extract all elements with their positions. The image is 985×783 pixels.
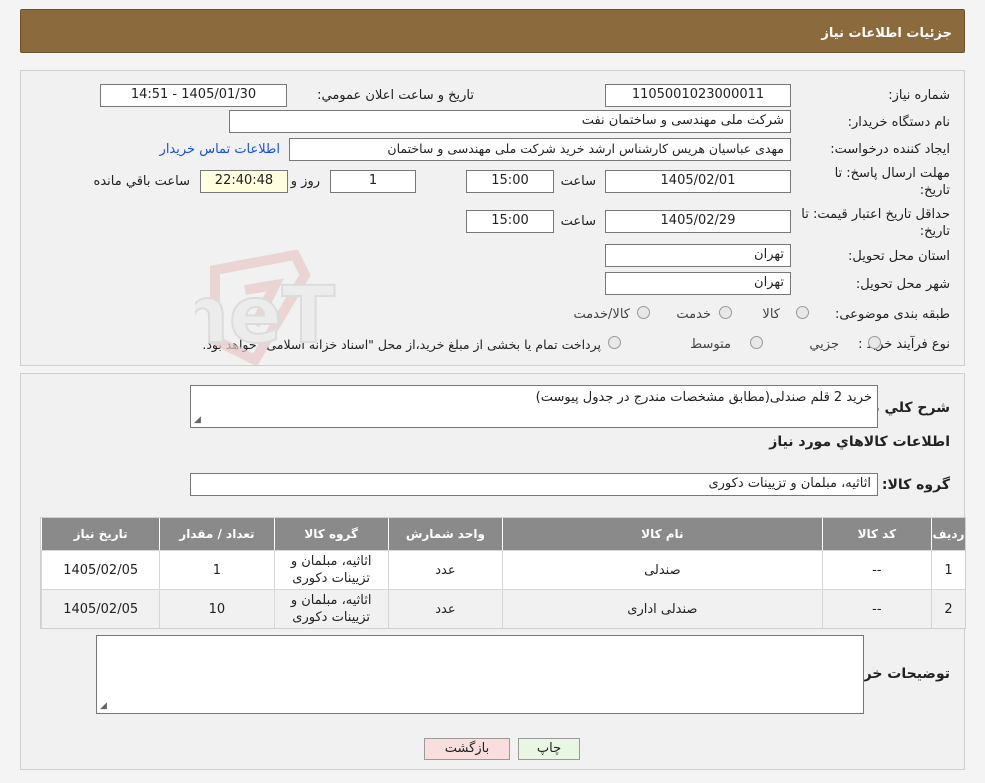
category-goods-label: کالا — [762, 307, 780, 322]
goods-group-field: اثاثیه، مبلمان و تزیینات دکوری — [190, 473, 878, 496]
cell-group: اثاثیه، مبلمان و تزیینات دکوری — [273, 550, 388, 589]
price-date-field: 1405/02/29 — [605, 210, 791, 233]
process-note: پرداخت تمام یا بخشی از مبلغ خرید،از محل … — [202, 337, 601, 352]
cell-code: -- — [821, 550, 931, 589]
col-row: رديف — [930, 518, 965, 550]
process-minor-label: جزيي — [809, 337, 839, 352]
goods-panel: شرح کلي نیاز: خرید 2 قلم صندلی(مطابق مشخ… — [20, 373, 966, 770]
cell-row: 1 — [930, 550, 965, 589]
announce-field: 1405/01/30 - 14:51 — [100, 84, 287, 107]
category-label: طبقه بندی موضوعی: — [834, 307, 950, 322]
col-name: نام کالا — [502, 518, 822, 550]
table-header-row: رديف کد کالا نام کالا واحد شمارش گروه کا… — [41, 518, 965, 550]
need-number-label: شماره نیاز: — [888, 88, 950, 103]
cell-date: 1405/02/05 — [41, 589, 160, 628]
cell-qty: 1 — [159, 550, 274, 589]
contact-info-link[interactable]: اطلاعات تماس خریدار — [160, 142, 280, 157]
process-medium-label: متوسط — [690, 337, 731, 352]
table-row: 2 -- صندلی اداری عدد اثاثیه، مبلمان و تزی… — [41, 589, 965, 628]
goods-group-label: گروه کالا: — [881, 477, 950, 493]
buyer-org-label: نام دستگاه خریدار: — [847, 115, 950, 130]
col-code: کد کالا — [821, 518, 931, 550]
price-validity-label-date: تاریخ: — [919, 224, 950, 239]
province-field: تهران — [605, 244, 791, 267]
reply-date-field: 1405/02/01 — [605, 170, 791, 193]
resize-grip-icon[interactable]: ◢ — [100, 701, 107, 711]
creator-field: مهدی عباسیان هریس کارشناس ارشد خرید شرکت… — [289, 138, 791, 161]
col-qty: تعداد / مقدار — [159, 518, 274, 550]
cell-name: صندلی اداری — [502, 589, 822, 628]
process-medium-radio[interactable] — [750, 335, 763, 350]
process-treasury-checkbox[interactable] — [608, 335, 621, 350]
cell-code: -- — [821, 589, 931, 628]
page-header: جزئیات اطلاعات نیاز — [20, 9, 965, 53]
cell-unit: عدد — [387, 550, 503, 589]
remaining-time-field: 22:40:48 — [200, 170, 288, 193]
reply-deadline-label-date: تاریخ: — [919, 183, 950, 198]
category-service-label: خدمت — [676, 307, 711, 322]
cell-row: 2 — [930, 589, 965, 628]
need-details-panel: شماره نیاز: 1105001023000011 تاریخ و ساع… — [20, 70, 965, 366]
print-button[interactable]: چاپ — [518, 738, 580, 760]
category-goods-service-radio[interactable] — [637, 305, 650, 320]
process-minor-radio[interactable] — [868, 335, 881, 350]
table-row: 1 -- صندلی عدد اثاثیه، مبلمان و تزیینات د… — [41, 550, 965, 589]
price-time-label: ساعت — [560, 214, 596, 229]
reply-time-label: ساعت — [560, 174, 596, 189]
province-label: استان محل تحویل: — [848, 249, 950, 264]
buyer-notes-textarea[interactable]: ◢ — [96, 635, 864, 714]
price-time-field: 15:00 — [466, 210, 554, 233]
summary-text: خرید 2 قلم صندلی(مطابق مشخصات مندرج در ج… — [535, 390, 872, 405]
cell-name: صندلی — [502, 550, 822, 589]
page-title: جزئیات اطلاعات نیاز — [821, 26, 952, 41]
days-label: روز و — [290, 174, 320, 189]
announce-label: تاریخ و ساعت اعلان عمومي: — [317, 88, 474, 103]
city-label: شهر محل تحویل: — [855, 277, 950, 292]
col-unit: واحد شمارش — [387, 518, 503, 550]
remaining-time-label: ساعت باقي مانده — [93, 174, 190, 189]
category-service-radio[interactable] — [719, 305, 732, 320]
category-goods-service-label: کالا/خدمت — [573, 307, 630, 322]
cell-date: 1405/02/05 — [41, 550, 160, 589]
cell-qty: 10 — [159, 589, 274, 628]
days-field: 1 — [330, 170, 416, 193]
cell-group: اثاثیه، مبلمان و تزیینات دکوری — [273, 589, 388, 628]
resize-grip-icon[interactable]: ◢ — [194, 415, 201, 425]
cell-unit: عدد — [387, 589, 503, 628]
creator-label: ایجاد کننده درخواست: — [830, 142, 950, 157]
col-group: گروه کالا — [273, 518, 388, 550]
category-goods-radio[interactable] — [796, 305, 809, 320]
reply-deadline-label: مهلت ارسال پاسخ: تا — [834, 166, 950, 181]
price-validity-label: حداقل تاریخ اعتبار قیمت: تا — [801, 207, 950, 222]
reply-time-field: 15:00 — [466, 170, 554, 193]
city-field: تهران — [605, 272, 791, 295]
col-date: تاریخ نیاز — [41, 518, 160, 550]
goods-table: رديف کد کالا نام کالا واحد شمارش گروه کا… — [40, 517, 966, 629]
summary-textarea[interactable]: خرید 2 قلم صندلی(مطابق مشخصات مندرج در ج… — [190, 385, 878, 428]
back-button[interactable]: بازگشت — [424, 738, 510, 760]
buyer-org-field: شرکت ملی مهندسی و ساختمان نفت — [229, 110, 791, 133]
goods-section-title: اطلاعات کالاهاي مورد نیاز — [769, 434, 950, 450]
need-number-field: 1105001023000011 — [605, 84, 791, 107]
